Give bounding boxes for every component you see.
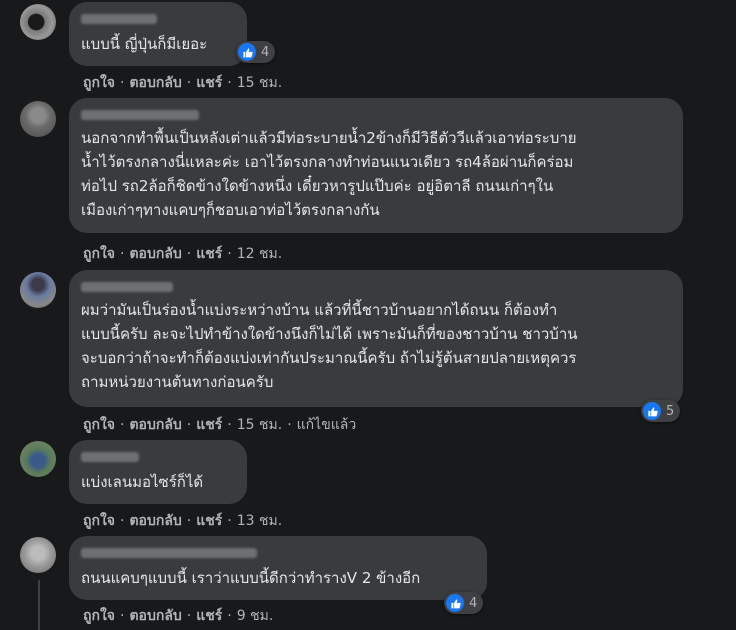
share-link[interactable]: แชร์ [196, 414, 222, 436]
timestamp[interactable]: 15 ชม. [237, 72, 282, 94]
comment-text: นอกจากทำพื้นเป็นหลังเต่าแล้วมีท่อระบายน้… [81, 129, 577, 219]
reaction-count: 4 [469, 595, 478, 611]
comment-text: ถนนแคบๆแบบนี้ เราว่าแบบนี้ดีกว่าทำรางV 2… [81, 569, 421, 587]
avatar[interactable] [20, 101, 56, 137]
comment-bubble: ถนนแคบๆแบบนี้ เราว่าแบบนี้ดีกว่าทำรางV 2… [69, 536, 487, 600]
comment-author-blurred[interactable] [81, 548, 257, 558]
avatar[interactable] [20, 441, 56, 477]
reply-thread-line [38, 580, 40, 630]
avatar[interactable] [20, 537, 56, 573]
comment-bubble: แบบนี้ ญี่ปุ่นก็มีเยอะ [69, 2, 247, 66]
comment-text: แบบนี้ ญี่ปุ่นก็มีเยอะ [81, 35, 208, 53]
timestamp[interactable]: 12 ชม. [237, 243, 282, 265]
thumbs-up-icon [446, 594, 464, 612]
edited-label[interactable]: แก้ไขแล้ว [297, 414, 357, 436]
like-link[interactable]: ถูกใจ [83, 510, 115, 532]
comment-actions: ถูกใจ · ตอบกลับ · แชร์ · 15 ชม. [83, 72, 282, 94]
comment-actions: ถูกใจ · ตอบกลับ · แชร์ · 15 ชม. · แก้ไขแล้ว [83, 414, 356, 436]
comment-actions: ถูกใจ · ตอบกลับ · แชร์ · 9 ชม. [83, 605, 273, 627]
timestamp[interactable]: 9 ชม. [237, 605, 274, 627]
timestamp[interactable]: 15 ชม. [237, 414, 282, 436]
avatar[interactable] [20, 4, 56, 40]
comment-text: ผมว่ามันเป็นร่องน้ำแบ่งระหว่างบ้าน แล้วท… [81, 301, 578, 391]
comment-bubble: แบ่งเลนมอไซร์ก็ได้ [69, 440, 247, 504]
comment-author-blurred[interactable] [81, 452, 139, 462]
comment-actions: ถูกใจ · ตอบกลับ · แชร์ · 12 ชม. [83, 243, 282, 265]
reaction-summary[interactable]: 4 [444, 592, 484, 614]
like-link[interactable]: ถูกใจ [83, 243, 115, 265]
comment-author-blurred[interactable] [81, 14, 157, 24]
reply-link[interactable]: ตอบกลับ [129, 72, 181, 94]
reply-link[interactable]: ตอบกลับ [129, 510, 181, 532]
reaction-summary[interactable]: 5 [641, 400, 681, 422]
comment-bubble: นอกจากทำพื้นเป็นหลังเต่าแล้วมีท่อระบายน้… [69, 98, 683, 233]
avatar[interactable] [20, 272, 56, 308]
like-link[interactable]: ถูกใจ [83, 72, 115, 94]
comment-bubble: ผมว่ามันเป็นร่องน้ำแบ่งระหว่างบ้าน แล้วท… [69, 270, 683, 407]
share-link[interactable]: แชร์ [196, 243, 222, 265]
thumbs-up-icon [238, 43, 256, 61]
like-link[interactable]: ถูกใจ [83, 414, 115, 436]
reply-link[interactable]: ตอบกลับ [129, 605, 181, 627]
comment-text: แบ่งเลนมอไซร์ก็ได้ [81, 473, 204, 491]
reaction-count: 4 [261, 44, 270, 60]
share-link[interactable]: แชร์ [196, 605, 222, 627]
thumbs-up-icon [643, 402, 661, 420]
reply-link[interactable]: ตอบกลับ [129, 414, 181, 436]
share-link[interactable]: แชร์ [196, 72, 222, 94]
reaction-count: 5 [666, 403, 675, 419]
reaction-summary[interactable]: 4 [236, 41, 276, 63]
comment-actions: ถูกใจ · ตอบกลับ · แชร์ · 13 ชม. [83, 510, 282, 532]
comment-author-blurred[interactable] [81, 282, 173, 292]
reply-link[interactable]: ตอบกลับ [129, 243, 181, 265]
timestamp[interactable]: 13 ชม. [237, 510, 282, 532]
share-link[interactable]: แชร์ [196, 510, 222, 532]
comment-author-blurred[interactable] [81, 110, 199, 120]
like-link[interactable]: ถูกใจ [83, 605, 115, 627]
